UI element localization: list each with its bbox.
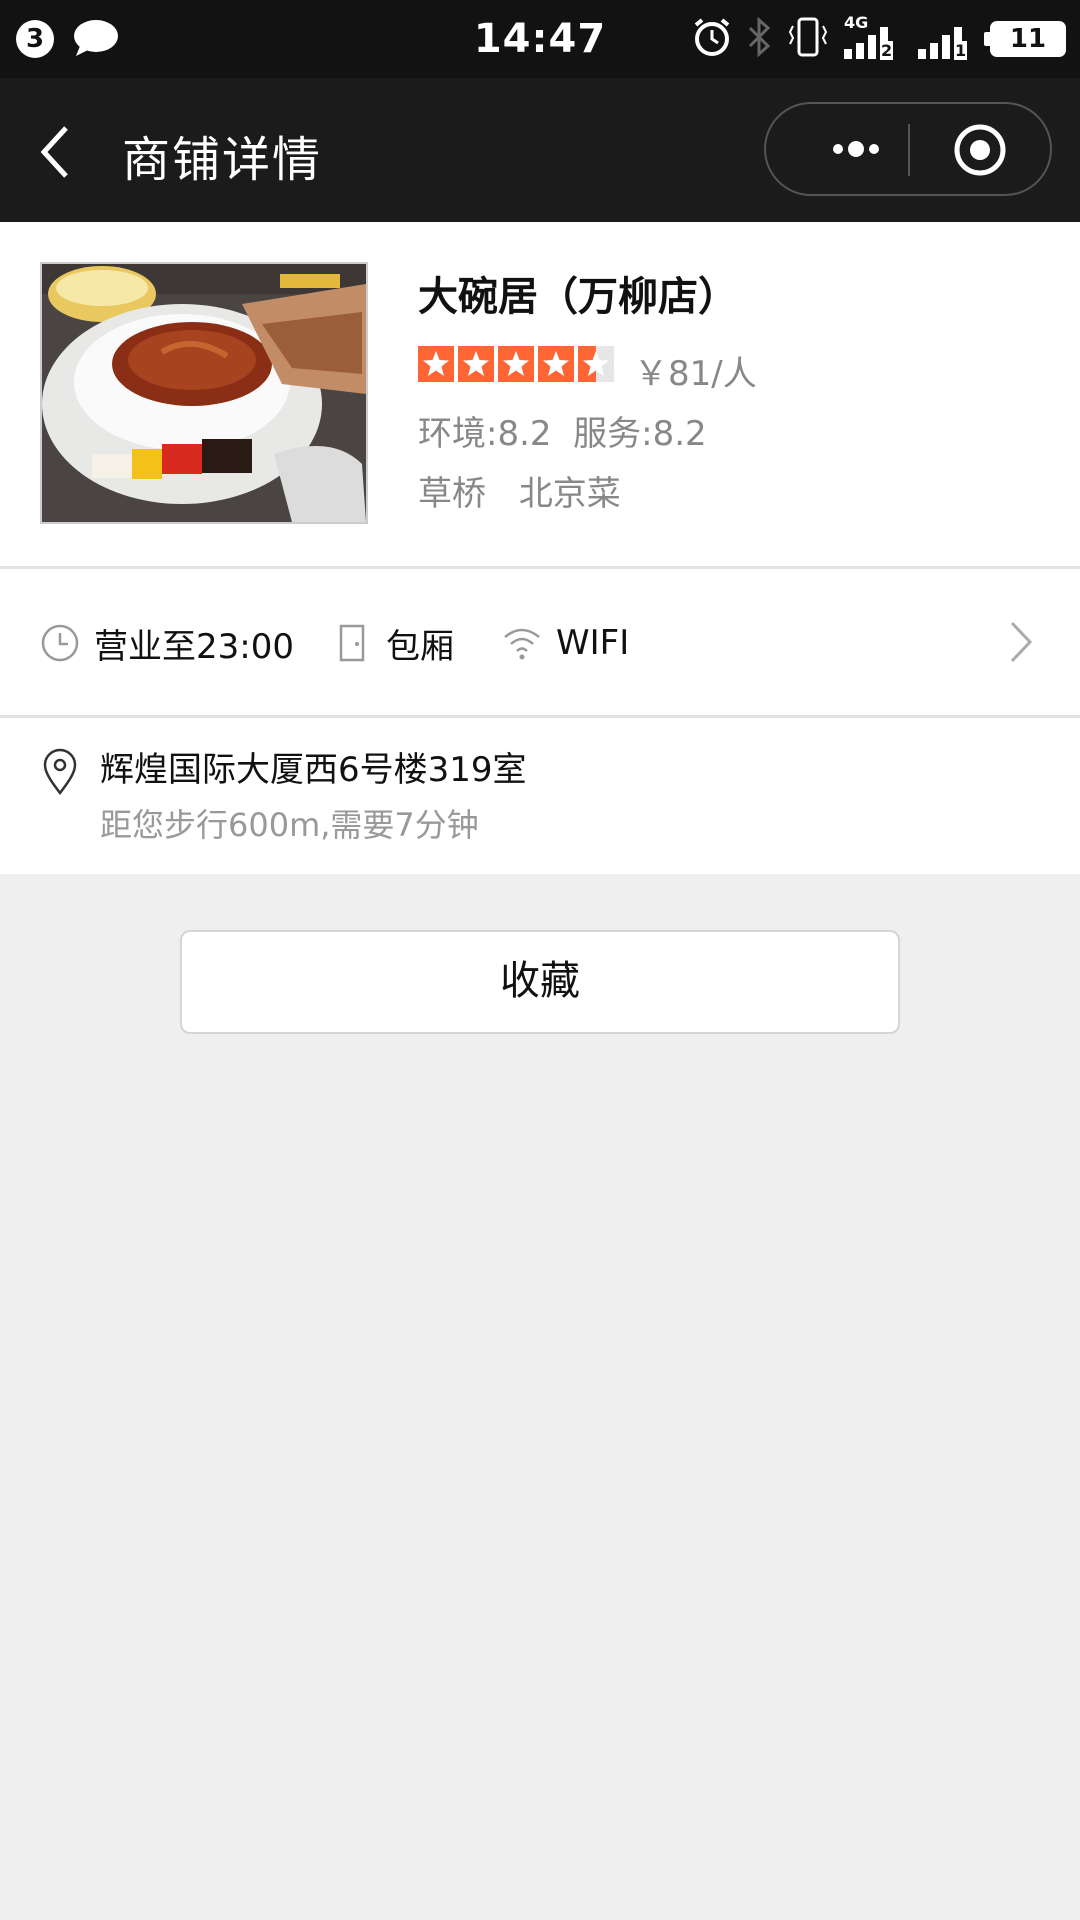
address-text: 辉煌国际大厦西6号楼319室 <box>100 750 527 790</box>
back-chevron-icon[interactable] <box>38 122 78 182</box>
location-pin-icon <box>42 748 78 800</box>
private-room: 包厢 <box>338 621 454 667</box>
scores: 环境:8.2 服务:8.2 <box>418 406 707 455</box>
cuisine-tag: 北京菜 <box>518 474 621 514</box>
navigation-bar: 商铺详情 <box>0 78 1080 222</box>
favorite-button[interactable]: 收藏 <box>180 930 900 1034</box>
sim1-label: 2 <box>880 41 894 60</box>
clock-icon <box>40 623 80 663</box>
hours-label: 营业至23:00 <box>94 626 294 667</box>
battery-level: 11 <box>1009 24 1047 54</box>
vibrate-icon <box>788 16 828 62</box>
wifi: WIFI <box>502 621 629 665</box>
status-icons: 4G 2 1 11 <box>692 13 1066 62</box>
alarm-icon <box>692 17 732 61</box>
walking-distance: 距您步行600m,需要7分钟 <box>100 806 479 844</box>
price-per-person: ￥81/人 <box>634 354 757 394</box>
bluetooth-icon <box>746 16 774 62</box>
page-title: 商铺详情 <box>122 132 323 188</box>
rating-star <box>458 346 494 382</box>
business-hours: 营业至23:00 <box>40 621 294 667</box>
facilities-row[interactable]: 营业至23:00 包厢 WIFI <box>0 569 1080 715</box>
rating-star <box>498 346 534 382</box>
private-room-label: 包厢 <box>386 626 454 667</box>
signal-icon-2: 1 <box>916 17 976 61</box>
target-circle-icon[interactable] <box>952 122 1008 178</box>
signal-icon: 4G 2 <box>842 13 902 61</box>
sim2-label: 1 <box>954 41 968 60</box>
environment-score: 环境:8.2 <box>418 414 552 454</box>
wifi-icon <box>502 625 542 661</box>
door-icon <box>338 623 366 663</box>
address-row[interactable]: 辉煌国际大厦西6号楼319室 距您步行600m,需要7分钟 <box>0 718 1080 874</box>
shop-card: 大碗居（万柳店） ￥81/人 环境:8.2 服务:8.2 草桥 北京菜 <box>0 222 1080 566</box>
service-score: 服务:8.2 <box>573 414 707 454</box>
shop-tags: 草桥 北京菜 <box>418 466 643 515</box>
rating-star <box>538 346 574 382</box>
network-type: 4G <box>844 13 869 32</box>
wifi-label: WIFI <box>556 623 630 663</box>
shop-photo[interactable] <box>40 262 368 524</box>
more-dots-icon[interactable] <box>806 104 906 194</box>
chevron-right-icon[interactable] <box>1008 619 1034 669</box>
shop-name: 大碗居（万柳店） <box>418 274 738 320</box>
mini-program-capsule <box>764 102 1052 196</box>
battery-icon: 11 <box>984 21 1066 57</box>
status-bar: 3 14:47 4G 2 1 11 <box>0 0 1080 78</box>
capsule-divider <box>908 124 910 176</box>
area-tag: 草桥 <box>418 474 486 514</box>
rating-star <box>578 346 614 382</box>
rating-stars <box>418 346 614 382</box>
rating-star <box>418 346 454 382</box>
